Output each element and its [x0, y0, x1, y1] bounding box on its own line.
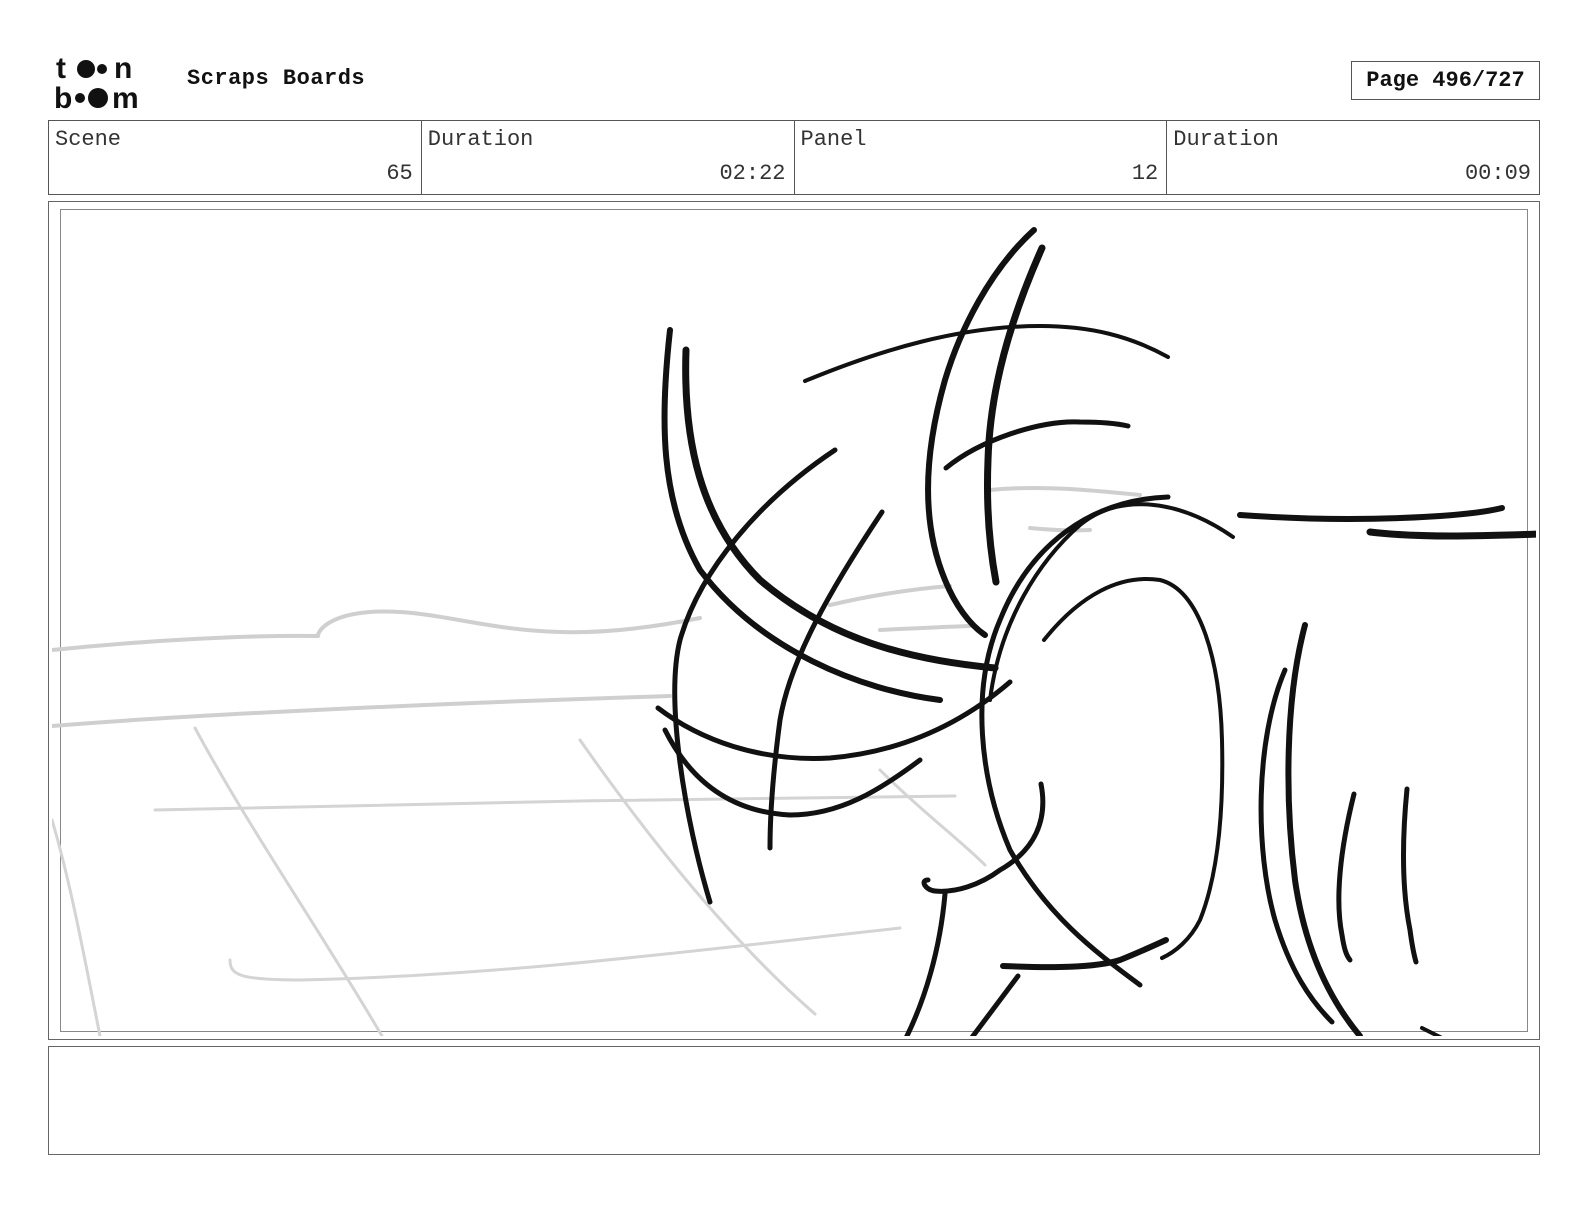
toonboom-logo: t n b m — [54, 52, 139, 112]
panel-frame-inner — [60, 209, 1528, 1032]
svg-text:n: n — [114, 52, 132, 85]
panel-duration-value: 00:09 — [1464, 161, 1531, 186]
svg-text:m: m — [112, 82, 139, 112]
scene-duration-label: Duration — [427, 127, 534, 152]
scene-label: Scene — [55, 127, 122, 152]
panel-duration-label: Duration — [1173, 127, 1279, 152]
scene-duration-value: 02:22 — [719, 161, 786, 186]
board-title: Scraps Boards — [187, 66, 366, 91]
svg-text:t: t — [56, 52, 66, 85]
page-indicator: Page 496/727 — [1351, 61, 1540, 100]
scene-cell: Scene 65 — [49, 121, 422, 194]
panel-value: 12 — [1131, 161, 1159, 186]
panel-cell: Panel 12 — [795, 121, 1168, 194]
scene-value: 65 — [386, 161, 413, 186]
panel-label: Panel — [800, 127, 867, 152]
panel-duration-cell: Duration 00:09 — [1167, 121, 1539, 194]
panel-notes-box[interactable] — [48, 1046, 1540, 1155]
panel-info-strip: Scene 65 Duration 02:22 Panel 12 Duratio… — [48, 120, 1540, 195]
svg-text:b: b — [54, 82, 72, 112]
scene-duration-cell: Duration 02:22 — [422, 121, 795, 194]
